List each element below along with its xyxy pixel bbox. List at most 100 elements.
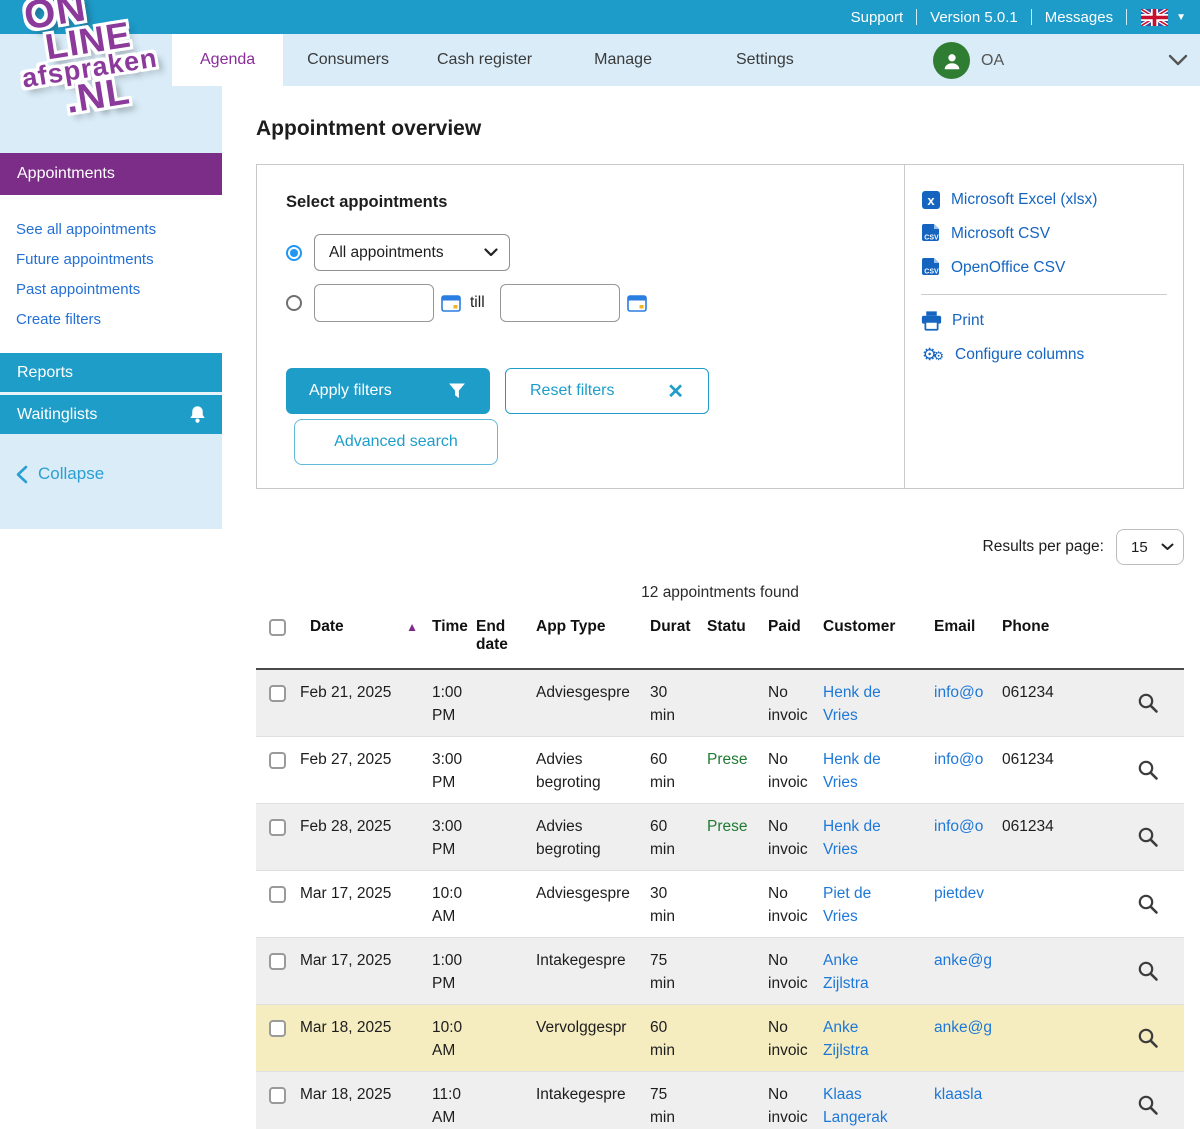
view-appointment-button[interactable]: [1136, 892, 1160, 916]
results-per-page-select[interactable]: 15: [1116, 529, 1184, 565]
sidebar-item-create-filters[interactable]: Create filters: [16, 305, 222, 335]
export-excel-link[interactable]: x Microsoft Excel (xlsx): [921, 183, 1183, 217]
sidebar-section-appointments[interactable]: Appointments: [0, 153, 222, 195]
view-appointment-button[interactable]: [1136, 959, 1160, 983]
support-link[interactable]: Support: [838, 9, 917, 26]
customer-link[interactable]: Henk de Vries: [823, 670, 934, 736]
appointment-filter-select[interactable]: All appointments: [314, 234, 510, 271]
configure-columns-link[interactable]: ⚙⚙ Configure columns: [921, 338, 1183, 372]
date-to-input[interactable]: [500, 284, 620, 322]
chevron-down-icon[interactable]: [1168, 54, 1188, 67]
onlineafspraken-logo[interactable]: ON LINE afspraken .NL: [8, 0, 164, 125]
row-checkbox[interactable]: [269, 953, 286, 970]
svg-text:CSV: CSV: [924, 269, 939, 276]
bell-icon: [187, 404, 208, 425]
print-link[interactable]: Print: [921, 304, 1183, 338]
calendar-icon[interactable]: [441, 294, 461, 312]
all-appointments-radio[interactable]: [286, 245, 302, 261]
nav-tab-cash-register[interactable]: Cash register: [413, 34, 556, 86]
cell-phone: [1002, 938, 1090, 1004]
date-range-radio[interactable]: [286, 295, 302, 311]
export-ms-csv-link[interactable]: CSV Microsoft CSV: [921, 217, 1183, 251]
user-menu[interactable]: OA: [933, 42, 1004, 79]
appointment-overview-page: Support Version 5.0.1 Messages ▼ Agenda …: [0, 0, 1200, 1129]
customer-link[interactable]: Henk de Vries: [823, 804, 934, 870]
column-header-email[interactable]: Email: [934, 609, 1002, 668]
apply-filters-button[interactable]: Apply filters: [286, 368, 490, 414]
cell-phone: 061234: [1002, 670, 1090, 736]
row-checkbox[interactable]: [269, 685, 286, 702]
main-content: Appointment overview Select appointments…: [256, 86, 1184, 1129]
customer-link[interactable]: Piet de Vries: [823, 871, 934, 937]
collapse-button[interactable]: Collapse: [16, 464, 222, 484]
column-header-phone[interactable]: Phone: [1002, 609, 1090, 668]
messages-link[interactable]: Messages: [1032, 9, 1126, 26]
view-appointment-button[interactable]: [1136, 758, 1160, 782]
view-appointment-button[interactable]: [1136, 691, 1160, 715]
view-appointment-button[interactable]: [1136, 1093, 1160, 1117]
nav-tab-agenda[interactable]: Agenda: [172, 34, 283, 86]
nav-tab-consumers[interactable]: Consumers: [283, 34, 413, 86]
nav-tab-settings[interactable]: Settings: [712, 34, 818, 86]
search-icon: [1136, 892, 1160, 916]
customer-link[interactable]: Anke Zijlstra: [823, 938, 934, 1004]
apply-filters-label: Apply filters: [309, 382, 392, 400]
customer-link[interactable]: Henk de Vries: [823, 737, 934, 803]
email-link[interactable]: klaasla: [934, 1072, 1002, 1129]
row-checkbox[interactable]: [269, 886, 286, 903]
customer-link[interactable]: Anke Zijlstra: [823, 1005, 934, 1071]
svg-text:CSV: CSV: [924, 235, 939, 242]
row-checkbox[interactable]: [269, 1087, 286, 1104]
cell-app-type: Advies begroting: [536, 737, 650, 803]
column-header-customer[interactable]: Customer: [823, 609, 934, 668]
sidebar-section-waitinglists[interactable]: Waitinglists: [0, 395, 222, 434]
customer-link[interactable]: Klaas Langerak: [823, 1072, 934, 1129]
email-link[interactable]: info@o: [934, 737, 1002, 803]
select-all-checkbox[interactable]: [269, 619, 286, 636]
view-appointment-button[interactable]: [1136, 1026, 1160, 1050]
top-utility-bar: Support Version 5.0.1 Messages ▼: [0, 0, 1200, 34]
sidebar-item-future-appointments[interactable]: Future appointments: [16, 245, 222, 275]
language-selector[interactable]: ▼: [1127, 9, 1186, 26]
cell-time: 11:0 AM: [432, 1072, 476, 1129]
cell-end-date: [476, 871, 536, 937]
sidebar-item-past-appointments[interactable]: Past appointments: [16, 275, 222, 305]
advanced-search-button[interactable]: Advanced search: [294, 419, 498, 465]
column-header-date[interactable]: Date ▲: [300, 609, 432, 668]
column-header-end-date[interactable]: End date: [476, 609, 536, 668]
avatar: [933, 42, 970, 79]
email-link[interactable]: anke@g: [934, 938, 1002, 1004]
excel-file-icon: x: [921, 190, 941, 210]
nav-tab-manage[interactable]: Manage: [570, 34, 676, 86]
column-header-app-type[interactable]: App Type: [536, 609, 650, 668]
cell-app-type: Intakegespre: [536, 1072, 650, 1129]
sidebar-item-see-all-appointments[interactable]: See all appointments: [16, 215, 222, 245]
cell-status: [707, 1005, 768, 1071]
page-title: Appointment overview: [256, 117, 1184, 141]
column-header-duration[interactable]: Durat: [650, 609, 707, 668]
cell-end-date: [476, 1005, 536, 1071]
column-header-status[interactable]: Statu: [707, 609, 768, 668]
email-link[interactable]: info@o: [934, 804, 1002, 870]
cell-duration: 75 min: [650, 1072, 707, 1129]
date-from-input[interactable]: [314, 284, 434, 322]
email-link[interactable]: anke@g: [934, 1005, 1002, 1071]
cell-app-type: Adviesgespre: [536, 871, 650, 937]
email-link[interactable]: info@o: [934, 670, 1002, 736]
row-checkbox[interactable]: [269, 1020, 286, 1037]
column-header-time[interactable]: Time: [432, 609, 476, 668]
reset-filters-button[interactable]: Reset filters ✕: [505, 368, 709, 414]
selected-option: All appointments: [329, 244, 444, 262]
email-link[interactable]: pietdev: [934, 871, 1002, 937]
row-checkbox[interactable]: [269, 752, 286, 769]
sidebar-section-reports[interactable]: Reports: [0, 353, 222, 392]
cell-date: Feb 21, 2025: [300, 670, 432, 736]
calendar-icon[interactable]: [627, 294, 647, 312]
export-oo-csv-link[interactable]: CSV OpenOffice CSV: [921, 251, 1183, 285]
cell-date: Feb 27, 2025: [300, 737, 432, 803]
csv-file-icon: CSV: [921, 223, 941, 245]
view-appointment-button[interactable]: [1136, 825, 1160, 849]
row-checkbox[interactable]: [269, 819, 286, 836]
column-header-paid[interactable]: Paid: [768, 609, 823, 668]
sidebar-item-label: Waitinglists: [17, 406, 97, 424]
